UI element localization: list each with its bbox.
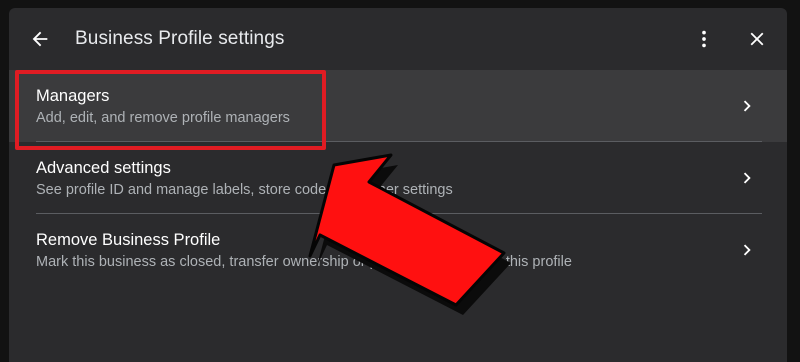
close-button[interactable] xyxy=(740,22,774,56)
chevron-right-icon xyxy=(743,244,751,256)
advanced-settings-item[interactable]: Advanced settings See profile ID and man… xyxy=(9,142,787,214)
more-options-button[interactable] xyxy=(687,22,721,56)
item-subtitle: See profile ID and manage labels, store … xyxy=(36,182,453,198)
item-subtitle: Mark this business as closed, transfer o… xyxy=(36,254,572,270)
page-title: Business Profile settings xyxy=(75,28,285,49)
screenshot-stage: Business Profile settings Managers Add, … xyxy=(0,0,800,362)
settings-panel: Business Profile settings Managers Add, … xyxy=(9,8,787,362)
back-button[interactable] xyxy=(23,22,57,56)
panel-header: Business Profile settings xyxy=(9,8,787,70)
remove-business-profile-item[interactable]: Remove Business Profile Mark this busine… xyxy=(9,214,787,286)
item-title: Managers xyxy=(36,87,110,105)
chevron-right-icon xyxy=(743,100,751,112)
more-vert-icon xyxy=(702,30,706,48)
item-subtitle: Add, edit, and remove profile managers xyxy=(36,110,290,126)
item-title: Advanced settings xyxy=(36,159,171,177)
close-icon xyxy=(750,32,764,46)
settings-list: Managers Add, edit, and remove profile m… xyxy=(9,70,787,286)
item-title: Remove Business Profile xyxy=(36,231,221,249)
arrow-back-icon xyxy=(32,31,48,47)
chevron-right-icon xyxy=(743,172,751,184)
managers-item[interactable]: Managers Add, edit, and remove profile m… xyxy=(9,70,787,142)
